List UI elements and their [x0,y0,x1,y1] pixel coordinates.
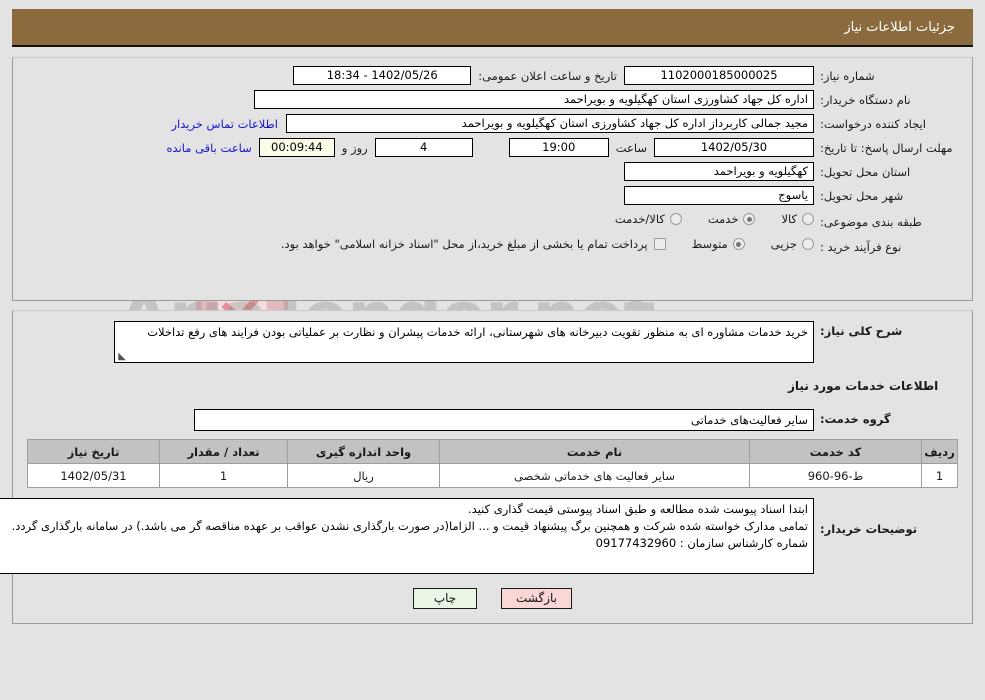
cell-quantity: 1 [159,463,288,488]
category-option-label: کالا [781,212,797,226]
service-group-input[interactable]: سایر فعالیت‌های خدماتی [194,409,814,431]
buyer-notes-textarea[interactable]: ابتدا اسناد پیوست شده مطالعه و طبق اسناد… [0,498,814,574]
checkbox-icon[interactable] [653,238,666,250]
row-need-number: شماره نیاز: 1102000185000025 تاریخ و ساع… [21,66,964,85]
remaining-days-input[interactable]: 4 [374,138,473,157]
radio-icon[interactable] [669,213,682,225]
cell-service-name: سایر فعالیت های خدماتی شخصی [439,463,750,488]
city-label: شهر محل تحویل: [820,189,904,203]
cell-radif: 1 [921,463,958,488]
row-category: طبقه بندی موضوعی: کالا خدمت کالا/خدمت [21,212,964,230]
table-col-service-name: نام خدمت [439,439,750,464]
table-header-row: ردیف کد خدمت نام خدمت واحد اندازه گیری ت… [27,439,958,464]
countdown-input[interactable]: 00:09:44 [258,138,335,157]
cell-service-code: ط-96-960 [749,463,922,488]
public-announce-label: تاریخ و ساعت اعلان عمومی: [478,68,617,83]
creator-input[interactable]: مجید جمالی کاربرداز اداره کل جهاد کشاورز… [286,114,814,133]
category-option-kala-khedmat[interactable]: کالا/خدمت [615,212,682,226]
page-header-bar: جزئیات اطلاعات نیاز [12,9,973,47]
deadline-time-input[interactable]: 19:00 [508,138,609,157]
process-label: نوع فرآیند خرید : [820,240,902,254]
row-city: شهر محل تحویل: یاسوج [21,186,964,205]
buyer-org-label: نام دستگاه خریدار: [820,93,911,107]
summary-text: خرید خدمات مشاوره ای به منظور تقویت دبیر… [147,325,808,339]
need-number-label: شماره نیاز: [820,69,875,83]
row-summary: شرح کلی نیاز: خرید خدمات مشاوره ای به من… [21,321,964,363]
buyer-notes-text: ابتدا اسناد پیوست شده مطالعه و طبق اسناد… [11,502,808,550]
city-input[interactable]: یاسوج [624,186,814,205]
deadline-date-input[interactable]: 1402/05/30 [654,138,814,157]
row-process-type: نوع فرآیند خرید : جزیی متوسط پرداخت تمام… [21,237,964,255]
row-request-creator: ایجاد کننده درخواست: مجید جمالی کاربرداز… [21,114,964,133]
cell-unit: ریال [287,463,440,488]
category-option-label: خدمت [707,212,739,226]
table-col-radif: ردیف [921,439,958,464]
category-option-khedmat[interactable]: خدمت [708,212,756,226]
page-title: جزئیات اطلاعات نیاز [844,19,955,35]
province-label: استان محل تحویل: [820,165,911,179]
category-option-label: کالا/خدمت [614,212,665,226]
province-input[interactable]: کهگیلویه و بویراحمد [624,162,814,181]
radio-icon[interactable] [802,238,814,250]
public-announce-input[interactable]: 1402/05/26 - 18:34 [293,66,472,85]
row-deadline: مهلت ارسال پاسخ: تا تاریخ: 1402/05/30 سا… [21,138,964,157]
radio-selected-icon[interactable] [743,213,756,225]
summary-label: شرح کلی نیاز: [820,324,903,338]
row-service-group: گروه خدمت: سایر فعالیت‌های خدماتی [21,409,964,431]
need-info-panel: شماره نیاز: 1102000185000025 تاریخ و ساع… [12,57,973,301]
action-button-bar: بازگشت چاپ [21,588,964,609]
need-detail-panel: شرح کلی نیاز: خرید خدمات مشاوره ای به من… [0,310,973,624]
category-option-kala[interactable]: کالا [781,212,814,226]
table-col-service-code: کد خدمت [749,439,922,464]
cell-need-date: 1402/05/31 [27,463,160,488]
process-option-label: جزیی [770,237,797,251]
deadline-hour-label: ساعت [615,140,647,155]
table-col-unit: واحد اندازه گیری [287,439,440,464]
remaining-hours-label: ساعت باقی مانده [166,140,252,155]
buyer-contact-link[interactable]: اطلاعات تماس خریدار [163,117,286,131]
creator-label: ایجاد کننده درخواست: [820,117,926,131]
radio-icon[interactable] [802,213,814,225]
row-buyer-org: نام دستگاه خریدار: اداره کل جهاد کشاورزی… [21,90,964,109]
services-table: ردیف کد خدمت نام خدمت واحد اندازه گیری ت… [27,439,958,488]
category-radio-group: کالا خدمت کالا/خدمت [589,212,814,226]
category-label: طبقه بندی موضوعی: [820,215,922,229]
process-radio-group: جزیی متوسط پرداخت تمام یا بخشی از مبلغ خ… [281,237,814,251]
radio-selected-icon[interactable] [732,238,745,250]
deadline-label: مهلت ارسال پاسخ: تا تاریخ: [820,141,953,155]
row-province: استان محل تحویل: کهگیلویه و بویراحمد [21,162,964,181]
service-group-label: گروه خدمت: [820,412,891,426]
buyer-notes-label: توضیحات خریدار: [820,522,918,536]
services-heading: اطلاعات خدمات مورد نیاز [788,379,939,393]
row-buyer-notes: توضیحات خریدار: ابتدا اسناد پیوست شده مط… [0,498,964,574]
days-label: روز و [341,140,368,155]
treasury-note-group: پرداخت تمام یا بخشی از مبلغ خرید،از محل … [281,237,666,251]
back-button[interactable]: بازگشت [501,588,572,609]
row-services-heading: اطلاعات خدمات مورد نیاز [21,368,964,404]
table-col-quantity: تعداد / مقدار [159,439,288,464]
process-option-label: متوسط [691,237,728,251]
process-option-jozei[interactable]: جزیی [771,237,814,251]
table-row[interactable]: 1 ط-96-960 سایر فعالیت های خدماتی شخصی ر… [27,463,958,488]
buyer-org-input[interactable]: اداره کل جهاد کشاورزی استان کهگیلویه و ب… [254,90,814,109]
need-number-input[interactable]: 1102000185000025 [624,66,814,85]
services-table-wrap: ردیف کد خدمت نام خدمت واحد اندازه گیری ت… [27,439,958,488]
process-option-motevasset[interactable]: متوسط [692,237,745,251]
summary-textarea[interactable]: خرید خدمات مشاوره ای به منظور تقویت دبیر… [114,321,814,363]
treasury-note-text: پرداخت تمام یا بخشی از مبلغ خرید،از محل … [280,237,648,251]
table-col-need-date: تاریخ نیاز [27,439,160,464]
page-root: جزئیات اطلاعات نیاز شماره نیاز: 11020001… [0,9,985,624]
print-button[interactable]: چاپ [413,588,477,609]
resize-grip-icon[interactable]: ◣ [116,352,126,362]
